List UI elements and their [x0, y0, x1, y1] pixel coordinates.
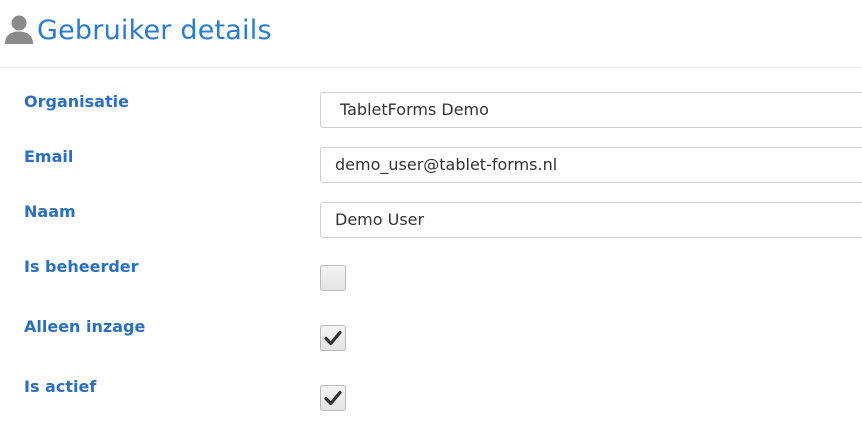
is-actief-label: Is actief: [24, 377, 97, 396]
naam-label: Naam: [24, 202, 76, 221]
email-label: Email: [24, 147, 74, 166]
organisatie-label: Organisatie: [24, 92, 129, 111]
checkmark-icon: [324, 330, 342, 346]
email-field[interactable]: demo_user@tablet-forms.nl: [320, 147, 862, 183]
naam-field[interactable]: Demo User: [320, 202, 862, 238]
user-icon: [5, 15, 33, 44]
checkmark-icon: [324, 390, 342, 406]
is-beheerder-label: Is beheerder: [24, 257, 139, 276]
page-header: Gebruiker details: [0, 0, 862, 68]
alleen-inzage-checkbox[interactable]: [320, 325, 346, 351]
is-beheerder-checkbox[interactable]: [320, 265, 346, 291]
alleen-inzage-label: Alleen inzage: [24, 317, 146, 336]
is-actief-checkbox[interactable]: [320, 385, 346, 411]
organisatie-select[interactable]: TabletForms Demo: [320, 92, 862, 128]
page-title: Gebruiker details: [37, 15, 272, 46]
